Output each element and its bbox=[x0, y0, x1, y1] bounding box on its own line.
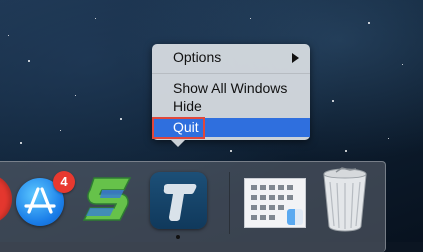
thumbnail-cell bbox=[287, 185, 293, 190]
submenu-arrow-icon bbox=[292, 53, 299, 63]
running-indicator-dot bbox=[176, 235, 180, 239]
thumbnail-cell bbox=[278, 185, 284, 190]
trash-dock-icon[interactable] bbox=[320, 166, 370, 232]
thumbnail-cell bbox=[251, 185, 257, 190]
t-letter-icon bbox=[163, 184, 197, 221]
thumbnail-cell bbox=[278, 195, 284, 200]
thumbnail-cell bbox=[260, 215, 266, 220]
star bbox=[60, 130, 61, 131]
thumbnail-cell bbox=[287, 195, 293, 200]
star bbox=[332, 100, 334, 102]
star bbox=[28, 60, 30, 62]
finder-window-dock-thumbnail[interactable] bbox=[244, 178, 306, 228]
t-app-dock-icon[interactable] bbox=[150, 172, 207, 229]
menu-item-options-label: Options bbox=[173, 49, 222, 65]
menu-item-show-all-windows-label: Show All Windows bbox=[173, 80, 288, 96]
menu-item-hide-label: Hide bbox=[173, 98, 202, 114]
star bbox=[388, 138, 389, 139]
thumbnail-cell bbox=[278, 205, 284, 210]
trash-icon bbox=[323, 167, 367, 232]
green-blue-s-icon bbox=[82, 177, 132, 221]
menu-item-hide[interactable]: Hide bbox=[152, 97, 310, 116]
star bbox=[75, 95, 76, 96]
star bbox=[402, 64, 403, 65]
thumbnail-cell bbox=[260, 195, 266, 200]
thumbnail-cell bbox=[251, 195, 257, 200]
menu-item-show-all-windows[interactable]: Show All Windows bbox=[152, 79, 310, 98]
thumbnail-cell bbox=[269, 195, 275, 200]
star bbox=[230, 150, 232, 152]
thumbnail-cell bbox=[269, 215, 275, 220]
dock-divider bbox=[229, 172, 230, 234]
star bbox=[95, 18, 96, 19]
thumbnail-cell bbox=[260, 185, 266, 190]
finder-face-icon bbox=[287, 209, 303, 225]
menu-separator bbox=[152, 73, 310, 74]
thumbnail-cell bbox=[269, 185, 275, 190]
star bbox=[120, 118, 122, 120]
star bbox=[250, 18, 251, 19]
notification-badge: 4 bbox=[53, 171, 75, 193]
thumbnail-cell bbox=[251, 205, 257, 210]
menu-pointer-tail bbox=[171, 140, 185, 147]
star bbox=[368, 22, 370, 24]
star bbox=[345, 150, 347, 152]
thumbnail-cell bbox=[269, 205, 275, 210]
slides-app-dock-icon[interactable] bbox=[80, 172, 138, 228]
star bbox=[8, 35, 9, 36]
menu-item-options[interactable]: Options bbox=[152, 48, 310, 67]
quit-highlight-annotation bbox=[152, 117, 205, 139]
star bbox=[20, 142, 22, 144]
thumbnail-cell bbox=[260, 205, 266, 210]
thumbnail-cell bbox=[251, 215, 257, 220]
